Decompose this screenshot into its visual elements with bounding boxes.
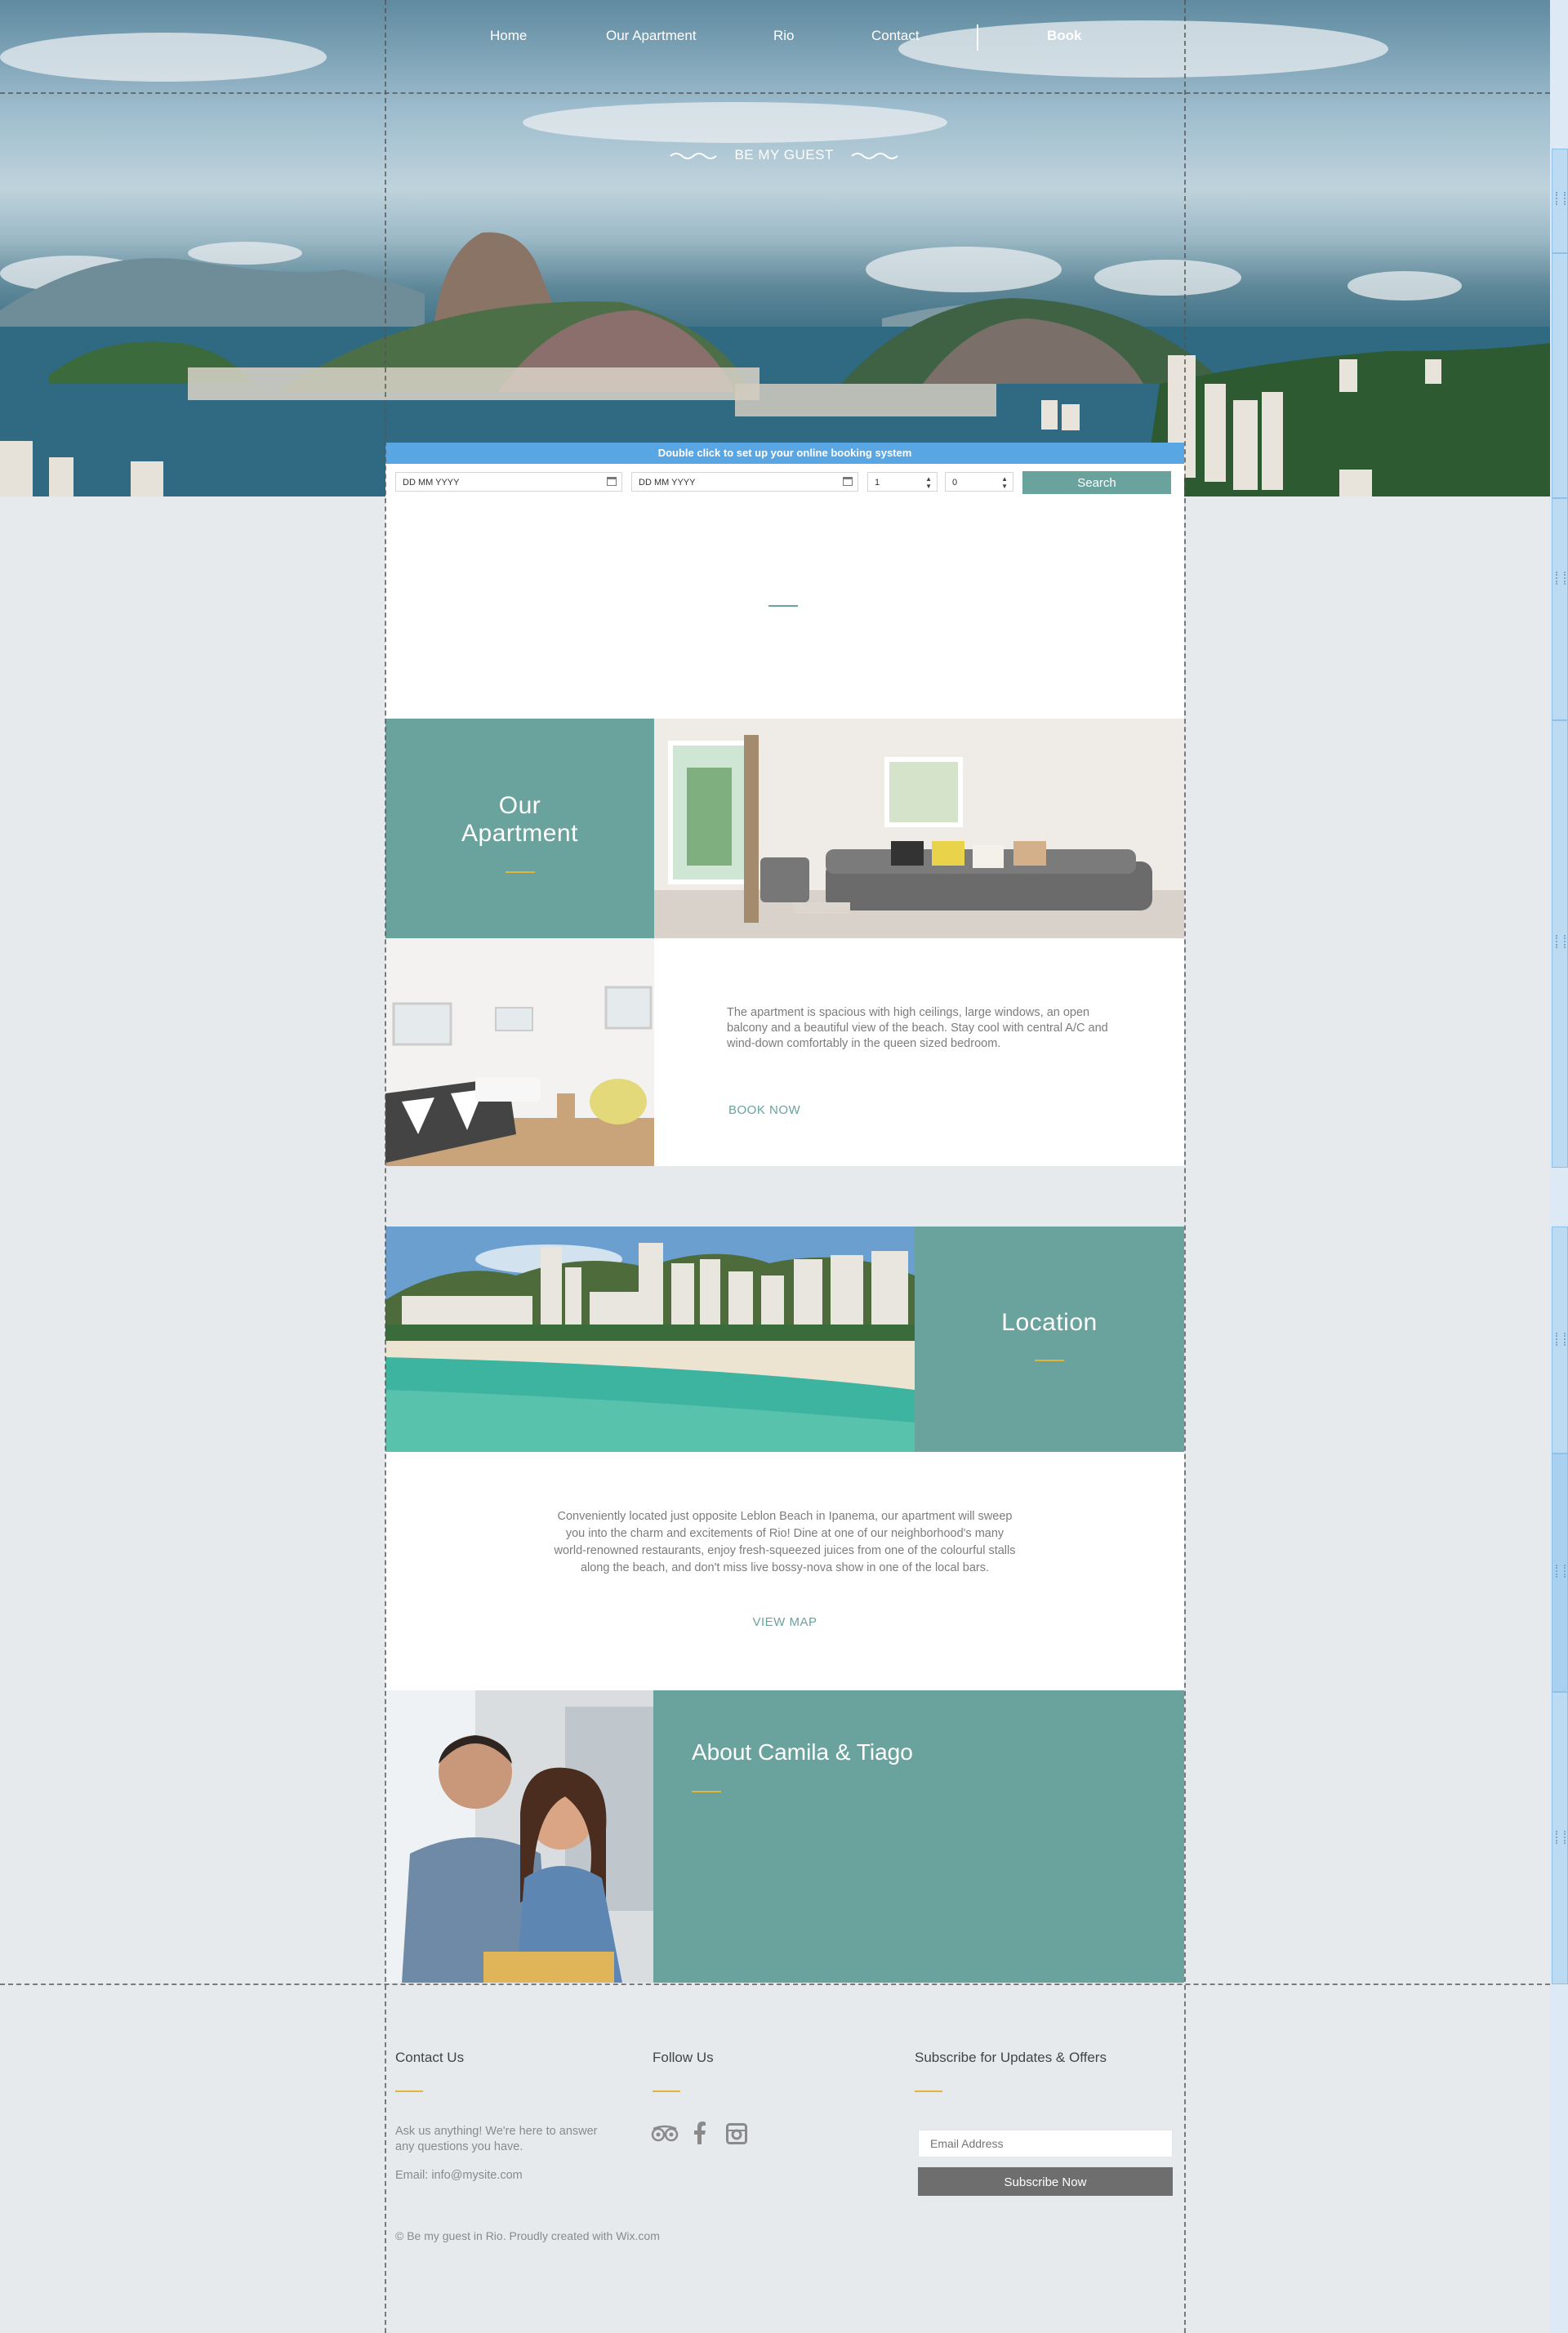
contact-email-link[interactable]: Email: info@mysite.com	[395, 2168, 523, 2184]
apartment-divider	[506, 871, 535, 873]
instagram-icon[interactable]	[726, 2123, 747, 2148]
stepper-arrows-icon[interactable]: ▲ ▼	[925, 475, 932, 490]
strip-handle-hero[interactable]	[1552, 253, 1568, 498]
nav-our-apartment-link[interactable]: Our Apartment	[606, 28, 697, 47]
booking-setup-notice[interactable]: Double click to set up your online booki…	[385, 443, 1184, 464]
calendar-icon[interactable]	[607, 477, 617, 486]
contact-heading: Contact Us	[395, 2050, 465, 2065]
apartment-description: The apartment is spacious with high ceil…	[727, 1006, 1108, 1050]
apartment-title-line1: Our	[498, 792, 541, 819]
nav-rio-link[interactable]: Rio	[773, 28, 795, 47]
nav-home-link[interactable]: Home	[490, 28, 527, 47]
location-title-panel	[915, 1227, 1184, 1452]
rio-landscape-image	[0, 20, 1550, 496]
nav-book-link[interactable]: Book	[1047, 28, 1082, 47]
adults-value: 1	[875, 478, 880, 488]
contact-divider	[395, 2090, 423, 2092]
subscribe-divider	[915, 2090, 942, 2092]
drag-grip-icon[interactable]	[1556, 935, 1566, 948]
calendar-icon[interactable]	[843, 477, 853, 486]
footer-guide	[0, 1983, 1550, 1985]
drag-grip-icon[interactable]	[1556, 1831, 1566, 1844]
bedroom-photo	[385, 938, 654, 1166]
children-stepper[interactable]: 0 ▲ ▼	[945, 472, 1013, 492]
header-guide	[0, 92, 1550, 94]
search-button[interactable]: Search	[1022, 471, 1171, 494]
follow-heading: Follow Us	[653, 2050, 714, 2065]
apartment-title: Our Apartment	[385, 792, 654, 848]
wave-right-icon	[851, 152, 898, 159]
hosts-photo	[385, 1690, 653, 1983]
apartment-info-panel	[654, 938, 1184, 1166]
book-now-link[interactable]: BOOK NOW	[728, 1103, 800, 1117]
follow-divider	[653, 2090, 680, 2092]
facebook-icon[interactable]	[693, 2122, 706, 2148]
strip-handle-intro[interactable]	[1552, 498, 1568, 720]
checkin-placeholder: DD MM YYYY	[403, 478, 460, 488]
subscribe-button[interactable]: Subscribe Now	[918, 2167, 1173, 2196]
email-address-input[interactable]	[918, 2130, 1173, 2157]
living-room-photo	[654, 719, 1184, 938]
hero-tagline: BE MY GUEST	[0, 147, 1568, 163]
drag-grip-icon[interactable]	[1556, 1565, 1566, 1578]
nav-contact-link[interactable]: Contact	[871, 28, 920, 47]
hero-banner	[0, 0, 1550, 496]
intro-section	[385, 496, 1184, 719]
location-description: Conveniently located just opposite Leblo…	[554, 1510, 1016, 1574]
drag-grip-icon[interactable]	[1556, 1333, 1566, 1346]
stepper-arrows-icon[interactable]: ▲ ▼	[1001, 475, 1008, 490]
children-value: 0	[952, 478, 958, 488]
drag-grip-icon[interactable]	[1556, 192, 1566, 205]
contact-text: Ask us anything! We're here to answer an…	[395, 2125, 598, 2153]
apartment-title-line2: Apartment	[461, 820, 578, 847]
about-divider	[692, 1791, 721, 1792]
location-divider	[1035, 1360, 1064, 1361]
checkout-placeholder: DD MM YYYY	[639, 478, 696, 488]
wave-left-icon	[670, 152, 717, 159]
subscribe-heading: Subscribe for Updates & Offers	[915, 2050, 1107, 2065]
nav-divider	[977, 24, 978, 51]
about-title: About Camila & Tiago	[692, 1739, 913, 1765]
hero-tagline-text: BE MY GUEST	[734, 147, 834, 163]
about-panel	[653, 1690, 1184, 1983]
checkin-date-field[interactable]: DD MM YYYY	[395, 472, 622, 492]
drag-grip-icon[interactable]	[1556, 572, 1566, 585]
copyright-text: © Be my guest in Rio. Proudly created wi…	[395, 2229, 660, 2242]
location-title: Location	[1001, 1309, 1098, 1336]
intro-divider	[768, 605, 798, 607]
tripadvisor-icon[interactable]	[651, 2125, 679, 2147]
adults-stepper[interactable]: 1 ▲ ▼	[867, 472, 938, 492]
beach-photo	[385, 1227, 915, 1452]
checkout-date-field[interactable]: DD MM YYYY	[631, 472, 858, 492]
view-map-link[interactable]: VIEW MAP	[0, 1615, 1568, 1629]
